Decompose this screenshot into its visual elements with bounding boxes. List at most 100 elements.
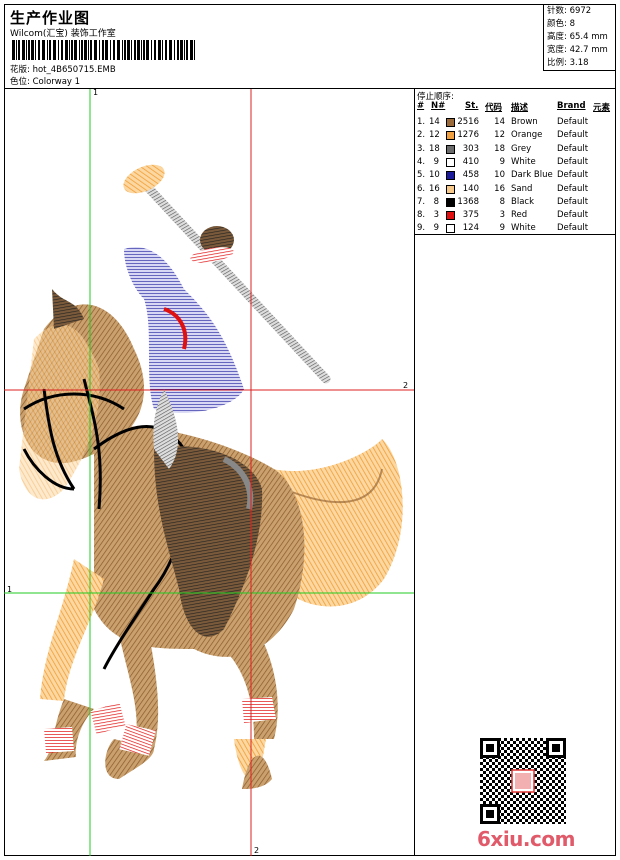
colorway-name: Colorway 1 (32, 77, 81, 87)
row-stitches: 303 (462, 143, 479, 154)
table-row: 7. 8 1368 8 Black Default (415, 196, 616, 209)
col-header-brand: Brand (557, 101, 586, 111)
row-brand: Default (557, 196, 589, 207)
color-swatch (446, 118, 455, 127)
row-needle: 10 (429, 170, 440, 181)
color-swatch (446, 157, 455, 167)
stat-stitches: 针数: 6972 (547, 6, 592, 16)
row-needle: 16 (429, 183, 440, 194)
colorway-line: 色位: Colorway 1 (10, 75, 80, 87)
row-description: Black (511, 196, 534, 207)
stat-height: 高度: 65.4 mm (547, 32, 608, 42)
header: 生产作业图 Wilcom(汇宝) 装饰工作室 花版: hot_4B650715.… (4, 4, 616, 89)
color-swatch (446, 131, 455, 141)
row-code: 10 (494, 170, 505, 181)
row-description: White (511, 223, 536, 234)
row-stitches: 140 (462, 183, 479, 194)
stat-width: 宽度: 42.7 mm (547, 45, 608, 55)
row-stitches: 458 (462, 170, 479, 181)
row-stitches: 1368 (457, 196, 479, 207)
guide-label-h2: 2 (403, 381, 409, 390)
color-swatch (446, 211, 455, 221)
row-index: 8. (417, 210, 426, 221)
row-index: 9. (417, 223, 426, 234)
row-brand: Default (557, 156, 589, 167)
row-brand: Default (557, 223, 589, 234)
row-brand: Default (557, 210, 589, 221)
row-code: 3 (499, 210, 505, 221)
row-needle: 14 (429, 117, 440, 127)
row-index: 4. (417, 156, 426, 167)
row-index: 5. (417, 170, 426, 181)
design-file-name: hot_4B650715.EMB (32, 65, 116, 75)
row-code: 8 (499, 196, 505, 207)
embroidery-design-image (4, 89, 414, 856)
row-brand: Default (557, 117, 589, 127)
row-description: Red (511, 210, 528, 221)
row-needle: 8 (433, 196, 439, 207)
row-stitches: 410 (462, 156, 479, 167)
col-header-code: 代码 (485, 103, 503, 113)
stop-sequence-panel: 停止顺序: # N# St. 代码 描述 Brand 元素 1. 14 2516 14… (415, 89, 616, 235)
company-name: Wilcom(汇宝) 装饰工作室 (10, 29, 116, 39)
row-code: 14 (494, 117, 505, 127)
row-needle: 9 (433, 223, 439, 234)
color-swatch (446, 224, 455, 234)
guide-label-v2: 2 (254, 846, 260, 855)
table-row: 1. 14 2516 14 Brown Default (415, 116, 616, 129)
table-row: 4. 9 410 9 White Default (415, 156, 616, 169)
row-needle: 12 (429, 130, 440, 141)
row-index: 7. (417, 196, 426, 207)
color-swatch (446, 197, 455, 207)
colorway-label: 色位: (10, 77, 30, 87)
col-header-description: 描述 (511, 103, 529, 113)
table-row: 8. 3 375 3 Red Default (415, 209, 616, 222)
row-index: 2. (417, 130, 426, 141)
col-header-element: 元素 (593, 103, 611, 113)
row-brand: Default (557, 143, 589, 154)
row-description: White (511, 156, 536, 167)
color-swatch (446, 171, 455, 181)
page-title: 生产作业图 (10, 9, 91, 27)
row-stitches: 124 (462, 223, 479, 234)
table-row: 2. 12 1276 12 Orange Default (415, 129, 616, 142)
stat-scale: 比例: 3.18 (547, 58, 589, 68)
barcode-icon (12, 40, 195, 60)
row-code: 16 (494, 183, 505, 194)
row-description: Sand (511, 183, 533, 194)
stat-colors: 颜色: 8 (547, 19, 575, 29)
row-code: 18 (494, 143, 505, 154)
color-swatch (446, 144, 455, 154)
row-needle: 18 (429, 143, 440, 154)
row-stitches: 375 (462, 210, 479, 221)
design-canvas: 1 2 2 1 (4, 89, 415, 856)
col-header-index: # (417, 101, 425, 111)
row-index: 6. (417, 183, 426, 194)
qr-code-icon (480, 738, 566, 824)
row-index: 3. (417, 143, 426, 154)
row-brand: Default (557, 183, 589, 194)
row-description: Orange (511, 130, 543, 141)
site-watermark: 6xiu.com (477, 827, 575, 851)
row-description: Dark Blue (511, 170, 553, 181)
table-row: 6. 16 140 16 Sand Default (415, 183, 616, 196)
row-needle: 9 (433, 156, 439, 167)
table-row: 9. 9 124 9 White Default (415, 222, 616, 235)
row-stitches: 1276 (457, 130, 479, 141)
row-description: Grey (511, 143, 532, 154)
row-code: 9 (499, 156, 505, 167)
table-row: 3. 18 303 18 Grey Default (415, 143, 616, 156)
table-row: 5. 10 458 10 Dark Blue Default (415, 169, 616, 182)
row-brand: Default (557, 130, 589, 141)
row-brand: Default (557, 170, 589, 181)
design-file-line: 花版: hot_4B650715.EMB (10, 63, 116, 75)
row-needle: 3 (433, 210, 439, 221)
design-label: 花版: (10, 65, 30, 75)
row-code: 9 (499, 223, 505, 234)
col-header-needle: N# (431, 101, 446, 111)
guide-label-v1: 1 (93, 89, 99, 97)
row-description: Brown (511, 117, 538, 127)
row-index: 1. (417, 117, 426, 127)
row-stitches: 2516 (457, 117, 479, 127)
col-header-stitches: St. (465, 101, 479, 111)
